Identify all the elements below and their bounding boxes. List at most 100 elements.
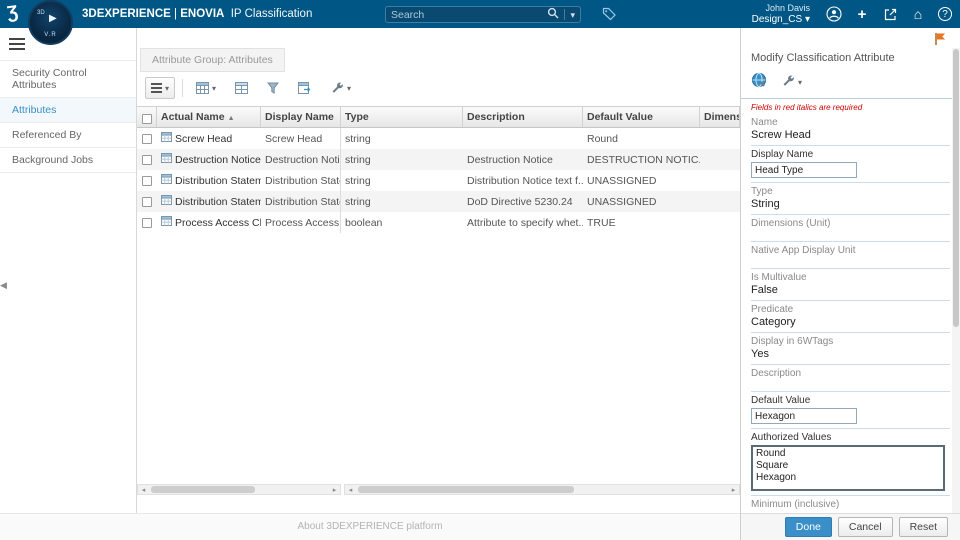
columns-button[interactable] <box>229 78 254 98</box>
home-icon[interactable] <box>910 6 926 22</box>
col-dimensions[interactable]: Dimens <box>700 107 740 127</box>
main-content: Attribute Group: Attributes Actual Name … <box>137 28 740 513</box>
collapse-panel-chevron-icon[interactable] <box>0 280 7 291</box>
list-menu-button[interactable] <box>145 77 176 99</box>
table-row[interactable]: Distribution StatementDistribution State… <box>137 170 740 191</box>
cell-display-name: Process Access ... <box>261 212 341 233</box>
default-value-input[interactable] <box>751 408 857 424</box>
select-all-checkbox[interactable] <box>141 114 152 124</box>
tag-icon[interactable] <box>602 7 616 24</box>
cancel-button[interactable]: Cancel <box>837 517 893 537</box>
cell-display-name: Screw Head <box>261 128 341 149</box>
cell-display-name: Distribution State... <box>261 191 341 212</box>
field-value: Category <box>751 316 796 328</box>
scroll-right-icon[interactable] <box>329 486 340 494</box>
panel-vertical-scrollbar[interactable] <box>952 48 960 514</box>
cell-actual-name: Destruction Notice <box>157 153 261 166</box>
flag-icon[interactable] <box>934 32 946 49</box>
field-type: Type String <box>751 183 950 215</box>
globe-settings-icon[interactable] <box>751 72 767 91</box>
row-checkbox[interactable] <box>142 175 152 186</box>
row-checkbox[interactable] <box>142 196 152 207</box>
export-button[interactable] <box>292 78 318 98</box>
share-icon[interactable] <box>882 6 898 22</box>
scrollbar-thumb[interactable] <box>151 486 256 493</box>
play-icon: ▶ <box>49 13 57 24</box>
sidebar-item-security-control-attributes[interactable]: Security Control Attributes <box>0 61 136 98</box>
cell-type: boolean <box>345 216 383 229</box>
cell-description: Distribution Notice text f... <box>467 174 583 187</box>
col-default-value[interactable]: Default Value <box>583 107 700 127</box>
cell-type: string <box>345 195 371 208</box>
footer: About 3DEXPERIENCE platform <box>0 513 740 540</box>
panel-toolbar <box>741 68 960 99</box>
field-label: Is Multivalue <box>751 272 807 283</box>
cell-type: string <box>345 153 371 166</box>
table-header-row: Actual Name Display Name Type Descriptio… <box>137 106 740 128</box>
help-icon[interactable] <box>938 7 952 21</box>
field-description: Description <box>751 365 950 392</box>
scrollbar-thumb[interactable] <box>358 486 574 493</box>
panel-button-bar: Done Cancel Reset <box>741 513 960 540</box>
cell-description: DoD Directive 5230.24 <box>467 195 573 208</box>
row-checkbox[interactable] <box>142 217 152 228</box>
hamburger-menu-icon[interactable] <box>9 38 25 50</box>
cell-default-value: UNASSIGNED <box>587 195 657 208</box>
user-menu[interactable]: John Davis Design_CS ▾ <box>752 2 810 26</box>
tools-button[interactable] <box>325 78 357 99</box>
horizontal-scrollbar-right[interactable] <box>344 484 740 495</box>
attribute-icon <box>161 132 172 145</box>
scroll-left-icon[interactable] <box>138 486 149 494</box>
compass-menu-icon[interactable]: 3D ▶ V.R <box>28 0 73 45</box>
cell-default-value: UNASSIGNED <box>587 174 657 187</box>
field-display-in-6wtags: Display in 6WTags Yes <box>751 333 950 365</box>
table-edit-button[interactable] <box>190 78 222 98</box>
field-label: Name <box>751 117 778 128</box>
horizontal-scrollbar-left[interactable] <box>137 484 341 495</box>
filter-button[interactable] <box>261 78 285 98</box>
sidebar-item-background-jobs[interactable]: Background Jobs <box>0 148 136 173</box>
field-label: Native App Display Unit <box>751 245 856 256</box>
row-checkbox[interactable] <box>142 133 152 144</box>
sidebar-item-attributes[interactable]: Attributes <box>0 98 136 123</box>
top-bar: Ʒ 3D ▶ V.R 3DEXPERIENCE | ENOVIA IP Clas… <box>0 0 960 45</box>
profile-icon[interactable] <box>826 6 842 22</box>
done-button[interactable]: Done <box>784 517 832 537</box>
tab-strip: Attribute Group: Attributes <box>137 28 740 72</box>
col-type[interactable]: Type <box>341 107 463 127</box>
scroll-right-icon[interactable] <box>728 486 739 494</box>
user-role: Design_CS ▾ <box>751 14 810 25</box>
panel-tools-button[interactable] <box>776 71 808 92</box>
cell-default-value: Round <box>587 132 618 145</box>
field-label: Default Value <box>751 395 811 406</box>
scrollbar-thumb[interactable] <box>953 49 959 327</box>
search-placeholder: Search <box>391 8 425 21</box>
page-app-title: IP Classification <box>230 8 313 20</box>
scroll-left-icon[interactable] <box>345 486 356 494</box>
field-name: Name Screw Head <box>751 114 950 146</box>
select-all-cell <box>137 107 157 127</box>
tab-attribute-group[interactable]: Attribute Group: Attributes <box>140 48 285 72</box>
reset-button[interactable]: Reset <box>898 517 948 537</box>
authorized-values-textarea[interactable] <box>751 445 945 491</box>
row-checkbox[interactable] <box>142 154 152 165</box>
sidebar-items: Security Control Attributes Attributes Ref… <box>0 60 136 173</box>
col-description[interactable]: Description <box>463 107 583 127</box>
field-label: Minimum (inclusive) <box>751 499 840 510</box>
search-options-chevron-icon[interactable] <box>570 9 575 21</box>
search-icon[interactable] <box>547 7 559 22</box>
app-title: 3DEXPERIENCE | ENOVIA IP Classification <box>82 8 313 20</box>
col-display-name[interactable]: Display Name <box>261 107 341 127</box>
search-input[interactable]: Search <box>385 6 581 23</box>
table-row[interactable]: Process Access ClassProcess Access ... bo… <box>137 212 740 233</box>
table-row[interactable]: Destruction NoticeDestruction Noticestri… <box>137 149 740 170</box>
display-name-input[interactable] <box>751 162 857 178</box>
sidebar-item-referenced-by[interactable]: Referenced By <box>0 123 136 148</box>
chevron-down-icon <box>798 76 802 88</box>
about-link[interactable]: About 3DEXPERIENCE platform <box>297 521 442 532</box>
add-content-icon[interactable] <box>854 6 870 22</box>
col-actual-name[interactable]: Actual Name <box>157 107 261 127</box>
table-row[interactable]: Screw Head Screw Head string Round <box>137 128 740 149</box>
table-row[interactable]: Distribution StatementDistribution State… <box>137 191 740 212</box>
export-icon <box>298 82 311 94</box>
